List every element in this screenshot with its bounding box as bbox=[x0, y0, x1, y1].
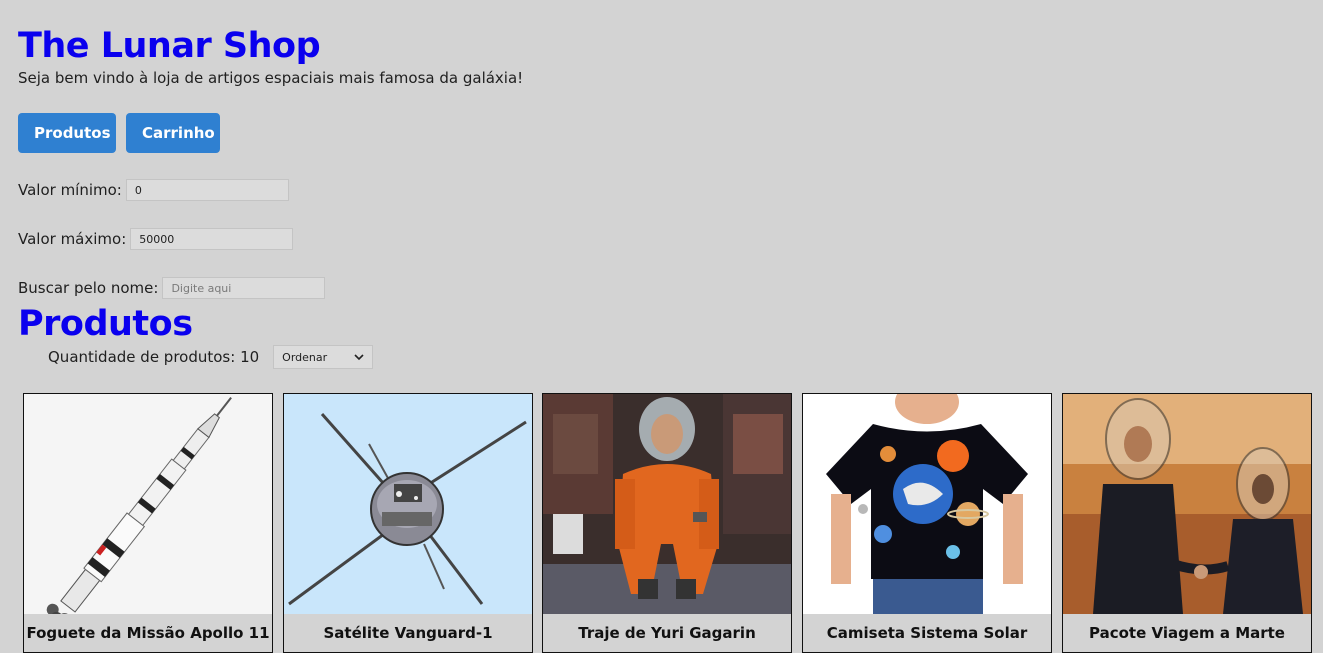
sort-select[interactable]: Ordenar bbox=[273, 345, 374, 369]
product-card[interactable]: Pacote Viagem a Marte bbox=[1062, 393, 1312, 653]
mars-trip-image bbox=[1063, 394, 1311, 614]
max-value-input[interactable] bbox=[130, 228, 294, 250]
min-value-label: Valor mínimo: bbox=[18, 181, 122, 199]
min-value-input[interactable] bbox=[125, 179, 289, 201]
product-card[interactable]: Foguete da Missão Apollo 11 bbox=[23, 393, 273, 653]
products-section-title: Produtos bbox=[18, 304, 193, 344]
product-name: Satélite Vanguard-1 bbox=[323, 624, 493, 642]
product-card[interactable]: Camiseta Sistema Solar bbox=[802, 393, 1052, 653]
min-value-filter: Valor mínimo: bbox=[18, 178, 289, 202]
rocket-image bbox=[24, 394, 272, 614]
product-name: Camiseta Sistema Solar bbox=[826, 624, 1028, 642]
product-card[interactable]: Traje de Yuri Gagarin bbox=[542, 393, 792, 653]
search-filter: Buscar pelo nome: bbox=[18, 276, 326, 300]
satellite-image bbox=[284, 394, 532, 614]
carrinho-button[interactable]: Carrinho bbox=[126, 113, 220, 153]
search-label: Buscar pelo nome: bbox=[18, 279, 159, 297]
max-value-label: Valor máximo: bbox=[18, 230, 127, 248]
max-value-filter: Valor máximo: bbox=[18, 227, 294, 251]
product-name: Foguete da Missão Apollo 11 bbox=[26, 624, 270, 642]
chevron-down-icon bbox=[354, 354, 364, 361]
shop-subtitle: Seja bem vindo à loja de artigos espacia… bbox=[18, 69, 524, 87]
product-card[interactable]: Satélite Vanguard-1 bbox=[283, 393, 533, 653]
shop-title: The Lunar Shop bbox=[18, 26, 321, 66]
product-name: Pacote Viagem a Marte bbox=[1089, 624, 1285, 642]
product-count: Quantidade de produtos: 10 bbox=[48, 348, 260, 366]
search-input[interactable] bbox=[162, 277, 326, 299]
spacesuit-image bbox=[543, 394, 791, 614]
solar-system-tshirt-image bbox=[803, 394, 1051, 614]
sort-select-value: Ordenar bbox=[282, 350, 328, 364]
produtos-button[interactable]: Produtos bbox=[18, 113, 116, 153]
products-toolbar: Quantidade de produtos: 10 Ordenar bbox=[48, 345, 374, 369]
product-name: Traje de Yuri Gagarin bbox=[578, 624, 756, 642]
